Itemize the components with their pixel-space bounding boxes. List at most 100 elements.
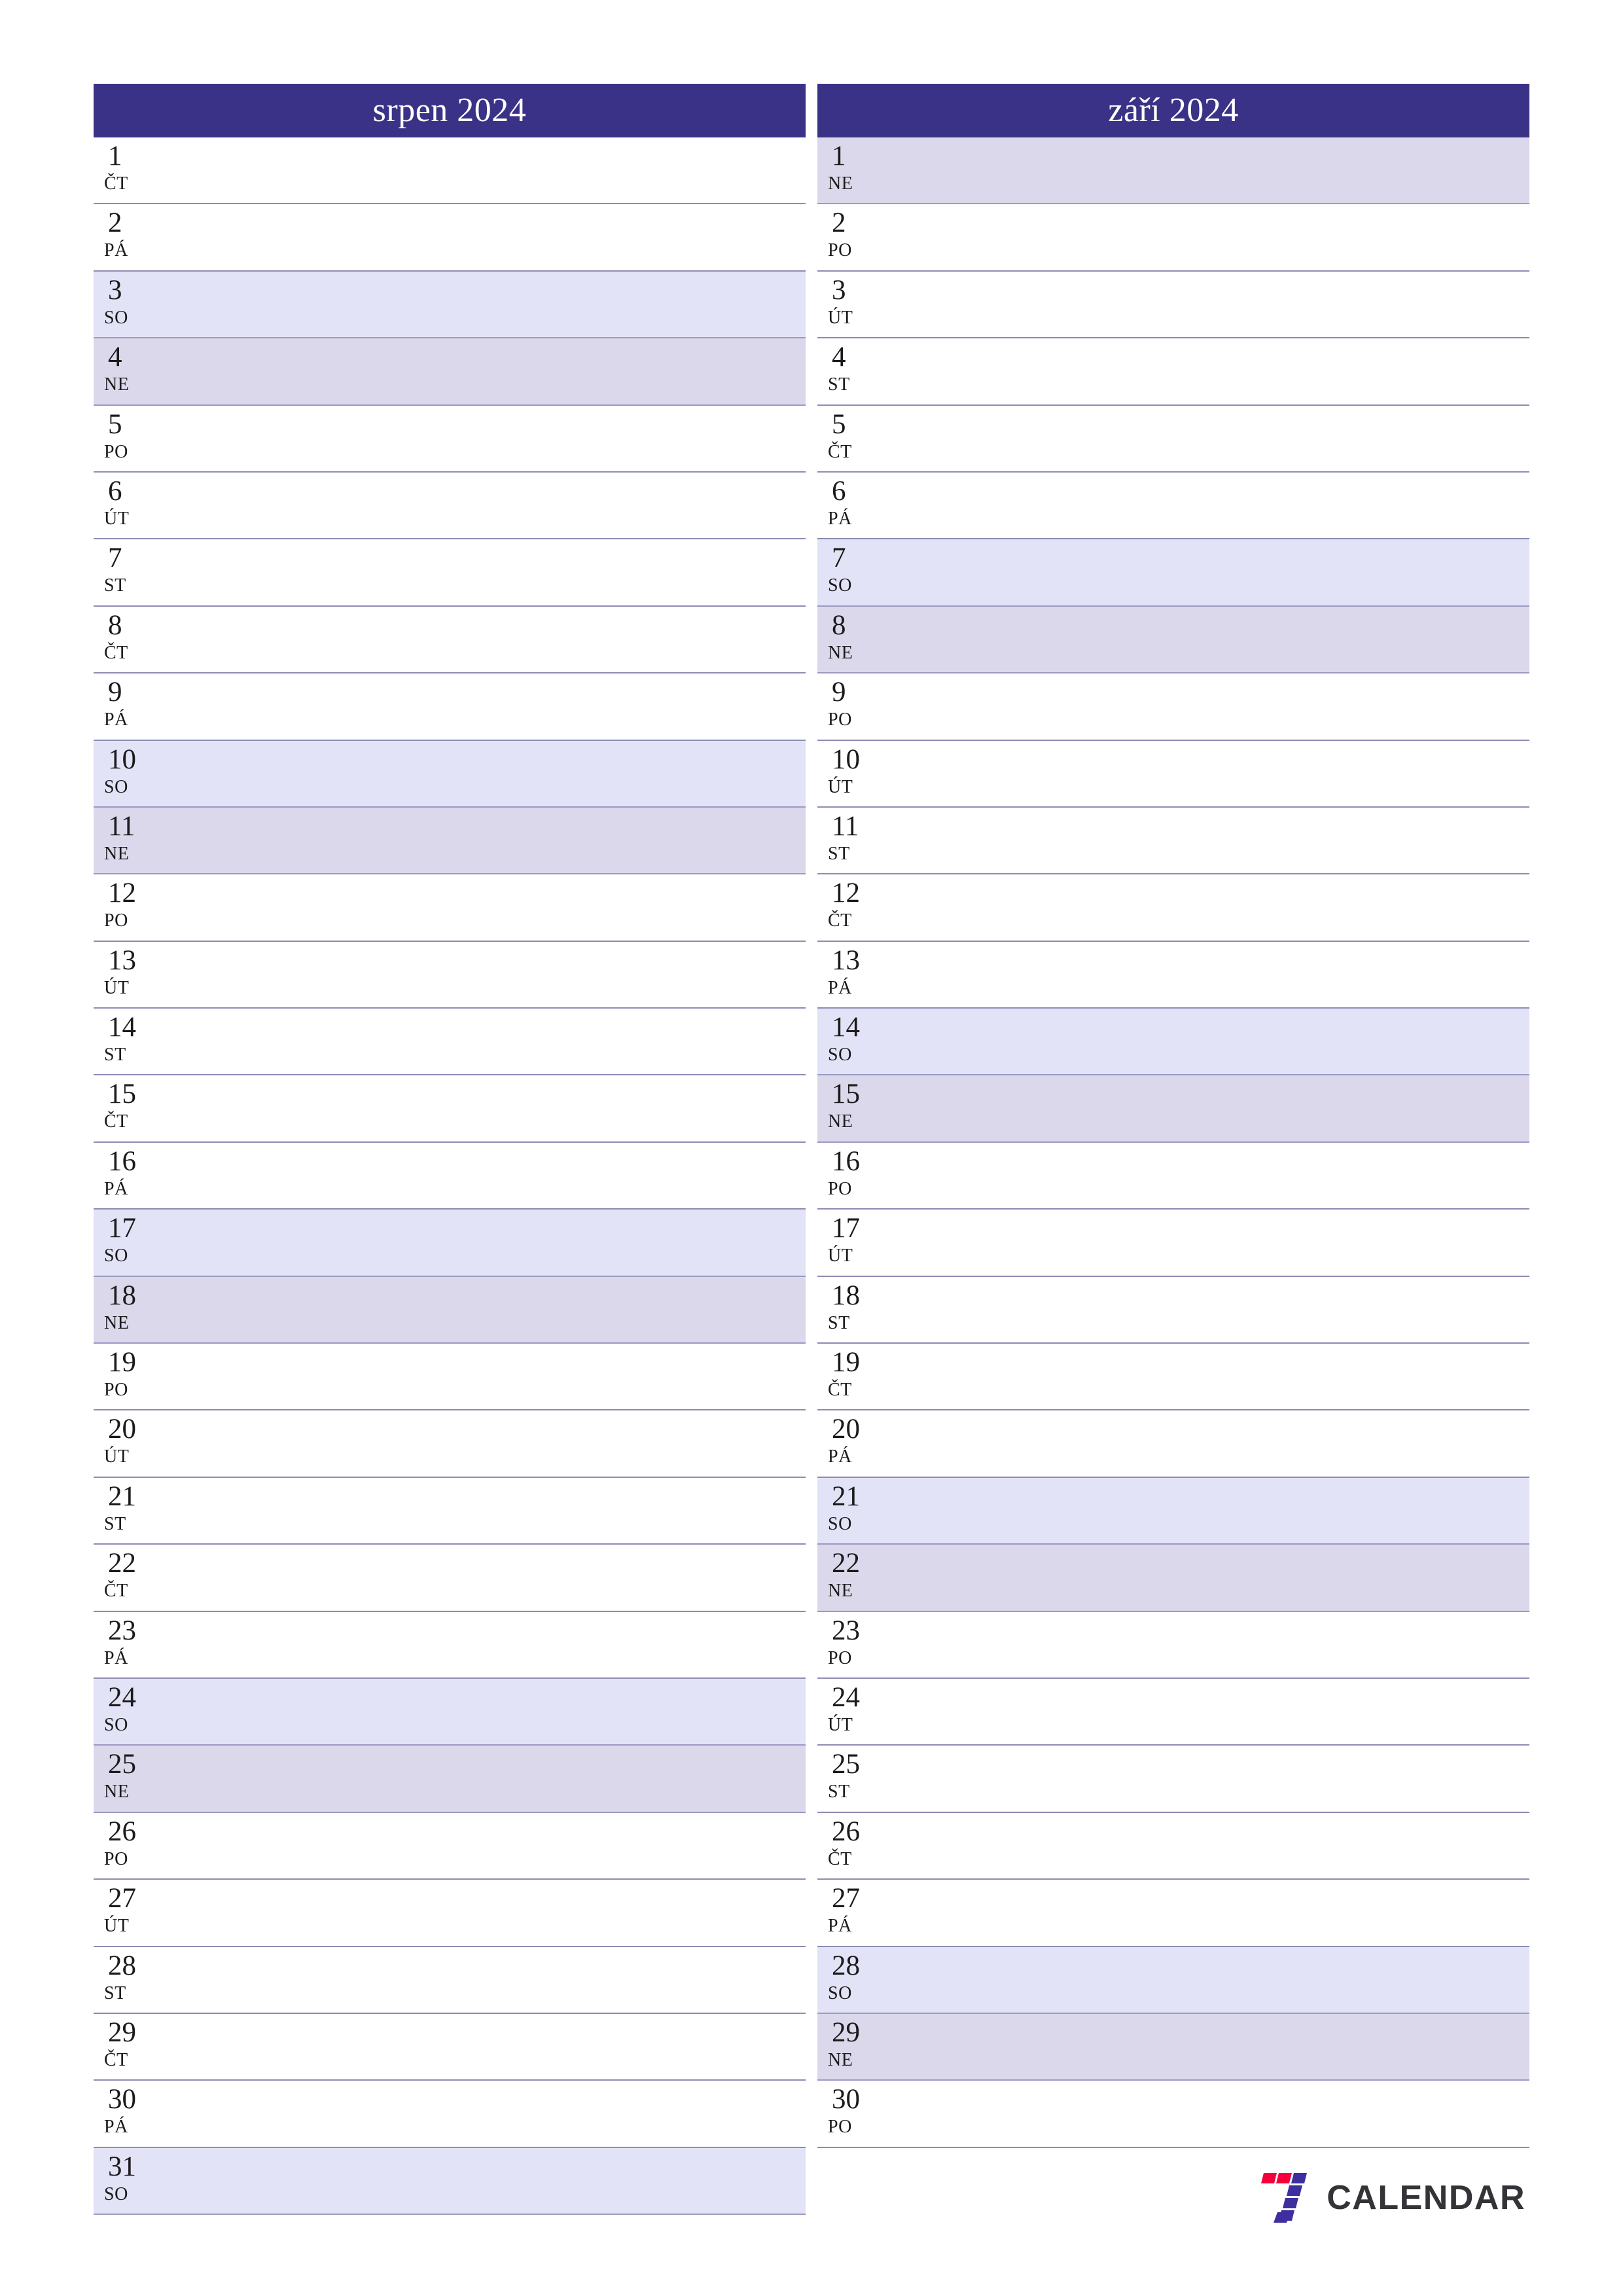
day-row[interactable]: 22 ČT xyxy=(94,1545,806,1612)
day-number: 23 xyxy=(108,1615,136,1646)
day-number: 1 xyxy=(108,141,122,171)
day-number: 17 xyxy=(108,1213,136,1244)
day-number: 21 xyxy=(832,1480,860,1512)
day-row[interactable]: 10 SO xyxy=(94,740,806,808)
day-row[interactable]: 6 PÁ xyxy=(817,472,1529,540)
day-row[interactable]: 28 ST xyxy=(94,1946,806,2014)
day-number: 29 xyxy=(832,2017,860,2048)
day-row[interactable]: 20 ÚT xyxy=(94,1410,806,1478)
day-row[interactable]: 21 SO xyxy=(817,1477,1529,1545)
day-row[interactable]: 1 ČT xyxy=(94,137,806,205)
day-row[interactable]: 26 ČT xyxy=(817,1812,1529,1880)
day-row[interactable]: 27 ÚT xyxy=(94,1880,806,1947)
day-weekday-abbr: ČT xyxy=(104,1581,128,1602)
day-row[interactable]: 20 PÁ xyxy=(817,1410,1529,1478)
day-row[interactable]: 3 SO xyxy=(94,271,806,339)
day-row[interactable]: 4 NE xyxy=(94,338,806,406)
day-row[interactable]: 15 NE xyxy=(817,1075,1529,1143)
day-row[interactable]: 25 NE xyxy=(94,1746,806,1813)
day-row[interactable]: 29 NE xyxy=(817,2013,1529,2081)
day-row[interactable]: 8 ČT xyxy=(94,606,806,674)
day-row[interactable]: 9 PÁ xyxy=(94,673,806,741)
day-number: 26 xyxy=(108,1816,136,1847)
day-row[interactable]: 30 PO xyxy=(817,2081,1529,2148)
day-number: 5 xyxy=(108,408,122,440)
day-weekday-abbr: ST xyxy=(104,575,126,596)
calendar-page: srpen 2024 1 ČT 2 PÁ 3 SO 4 NE 5 PO 6 ÚT 7 ST 8 ČT 9 PÁ 10… xyxy=(94,84,1529,2224)
day-number: 25 xyxy=(108,1749,136,1780)
day-number: 4 xyxy=(832,342,846,373)
day-row[interactable]: 17 ÚT xyxy=(817,1210,1529,1277)
day-row[interactable]: 12 ČT xyxy=(817,874,1529,942)
day-row[interactable]: 7 SO xyxy=(817,539,1529,607)
day-weekday-abbr: NE xyxy=(104,843,130,864)
day-row[interactable]: 19 PO xyxy=(94,1344,806,1411)
day-number: 6 xyxy=(108,475,122,507)
day-row[interactable]: 21 ST xyxy=(94,1477,806,1545)
day-number: 25 xyxy=(832,1749,860,1780)
day-row[interactable]: 4 ST xyxy=(817,338,1529,406)
day-row[interactable]: 31 SO xyxy=(94,2147,806,2215)
day-number: 24 xyxy=(832,1681,860,1713)
day-row[interactable]: 18 ST xyxy=(817,1276,1529,1344)
day-row[interactable]: 19 ČT xyxy=(817,1344,1529,1411)
day-row[interactable]: 23 PO xyxy=(817,1611,1529,1679)
day-number: 18 xyxy=(832,1280,860,1311)
day-row[interactable]: 2 PO xyxy=(817,204,1529,272)
day-row[interactable]: 17 SO xyxy=(94,1210,806,1277)
day-weekday-abbr: NE xyxy=(828,1581,853,1602)
day-number: 30 xyxy=(108,2084,136,2115)
day-row[interactable]: 1 NE xyxy=(817,137,1529,205)
day-row[interactable]: 25 ST xyxy=(817,1746,1529,1813)
day-row[interactable]: 11 NE xyxy=(94,807,806,875)
day-number: 28 xyxy=(108,1950,136,1981)
day-weekday-abbr: PÁ xyxy=(104,1647,128,1668)
day-weekday-abbr: NE xyxy=(104,1782,130,1803)
day-row[interactable]: 2 PÁ xyxy=(94,204,806,272)
day-row[interactable]: 22 NE xyxy=(817,1545,1529,1612)
day-row[interactable]: 26 PO xyxy=(94,1812,806,1880)
month-column-august: srpen 2024 1 ČT 2 PÁ 3 SO 4 NE 5 PO 6 ÚT 7 ST 8 ČT 9 PÁ 10… xyxy=(94,84,806,2224)
day-number: 15 xyxy=(108,1079,136,1110)
day-row[interactable]: 13 PÁ xyxy=(817,941,1529,1009)
day-row[interactable]: 24 SO xyxy=(94,1678,806,1746)
day-row[interactable]: 6 ÚT xyxy=(94,472,806,540)
day-row[interactable]: 14 SO xyxy=(817,1009,1529,1076)
day-row[interactable]: 11 ST xyxy=(817,807,1529,875)
day-row[interactable]: 5 PO xyxy=(94,405,806,473)
day-number: 16 xyxy=(108,1145,136,1177)
day-list-september: 1 NE 2 PO 3 ÚT 4 ST 5 ČT 6 PÁ 7 SO 8 NE 9 PO 10 ÚT 11 ST 12 ČT 1… xyxy=(817,137,1529,2148)
day-weekday-abbr: PO xyxy=(828,1647,852,1668)
day-row[interactable]: 15 ČT xyxy=(94,1075,806,1143)
day-row[interactable]: 18 NE xyxy=(94,1276,806,1344)
day-number: 4 xyxy=(108,342,122,373)
day-weekday-abbr: ČT xyxy=(828,441,852,462)
day-row[interactable]: 8 NE xyxy=(817,606,1529,674)
day-row[interactable]: 3 ÚT xyxy=(817,271,1529,339)
day-row[interactable]: 29 ČT xyxy=(94,2013,806,2081)
day-weekday-abbr: PÁ xyxy=(828,977,852,998)
day-weekday-abbr: ÚT xyxy=(828,1714,853,1735)
day-row[interactable]: 13 ÚT xyxy=(94,941,806,1009)
day-row[interactable]: 23 PÁ xyxy=(94,1611,806,1679)
day-row[interactable]: 14 ST xyxy=(94,1009,806,1076)
day-row[interactable]: 7 ST xyxy=(94,539,806,607)
day-number: 12 xyxy=(832,878,860,909)
day-row[interactable]: 27 PÁ xyxy=(817,1880,1529,1947)
day-weekday-abbr: PO xyxy=(104,1380,128,1401)
day-row[interactable]: 24 ÚT xyxy=(817,1678,1529,1746)
day-number: 19 xyxy=(108,1347,136,1378)
day-row[interactable]: 16 PÁ xyxy=(94,1142,806,1210)
day-row[interactable]: 5 ČT xyxy=(817,405,1529,473)
day-row[interactable]: 30 PÁ xyxy=(94,2081,806,2148)
day-weekday-abbr: NE xyxy=(828,2049,853,2070)
day-weekday-abbr: PO xyxy=(828,2117,852,2138)
day-weekday-abbr: ČT xyxy=(104,2049,128,2070)
day-row[interactable]: 9 PO xyxy=(817,673,1529,741)
day-row[interactable]: 12 PO xyxy=(94,874,806,942)
day-weekday-abbr: NE xyxy=(104,374,130,395)
day-row[interactable]: 10 ÚT xyxy=(817,740,1529,808)
day-row[interactable]: 28 SO xyxy=(817,1946,1529,2014)
day-row[interactable]: 16 PO xyxy=(817,1142,1529,1210)
day-weekday-abbr: NE xyxy=(828,1111,853,1132)
